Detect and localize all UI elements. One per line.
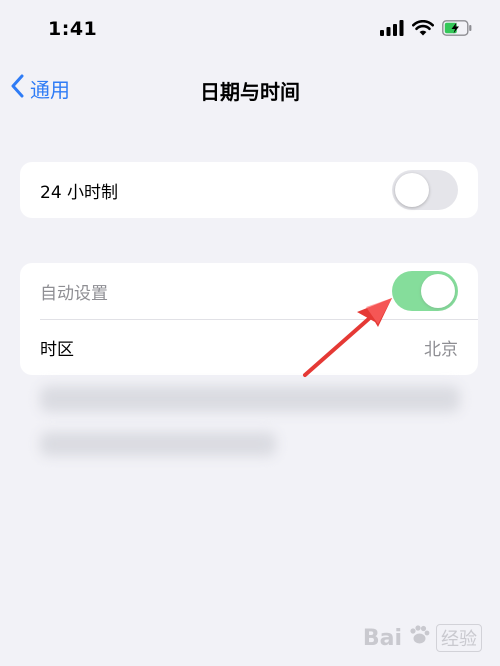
paw-icon xyxy=(408,624,430,652)
setting-row-24-hour: 24 小时制 xyxy=(20,162,478,218)
setting-value-time-zone: 北京 xyxy=(424,339,458,360)
setting-row-time-zone[interactable]: 时区 北京 xyxy=(20,319,478,375)
settings-group-auto-time: 自动设置 时区 北京 xyxy=(20,263,478,375)
blurred-footer-text xyxy=(40,386,460,412)
page-title: 日期与时间 xyxy=(200,80,300,104)
toggle-knob xyxy=(421,274,455,308)
setting-label-auto-set: 自动设置 xyxy=(40,283,108,304)
watermark-logo: Bai 经验 xyxy=(363,624,482,652)
blurred-footer-text xyxy=(40,432,276,456)
watermark-brand: Bai xyxy=(362,625,402,651)
setting-row-auto-set: 自动设置 xyxy=(20,263,478,319)
status-time: 1:41 xyxy=(48,18,98,40)
wifi-icon xyxy=(412,20,434,40)
battery-charging-icon xyxy=(442,20,472,40)
setting-label-24-hour: 24 小时制 xyxy=(40,182,119,203)
setting-label-time-zone: 时区 xyxy=(40,339,74,360)
toggle-auto-set[interactable] xyxy=(392,271,458,311)
watermark-suffix: 经验 xyxy=(436,624,482,652)
cellular-signal-icon xyxy=(380,20,404,40)
status-icons xyxy=(380,20,472,40)
settings-group-hour-format: 24 小时制 xyxy=(20,162,478,218)
toggle-knob xyxy=(395,173,429,207)
status-bar: 1:41 xyxy=(0,0,500,64)
toggle-24-hour[interactable] xyxy=(392,170,458,210)
navigation-bar: 通用 日期与时间 xyxy=(0,64,500,114)
